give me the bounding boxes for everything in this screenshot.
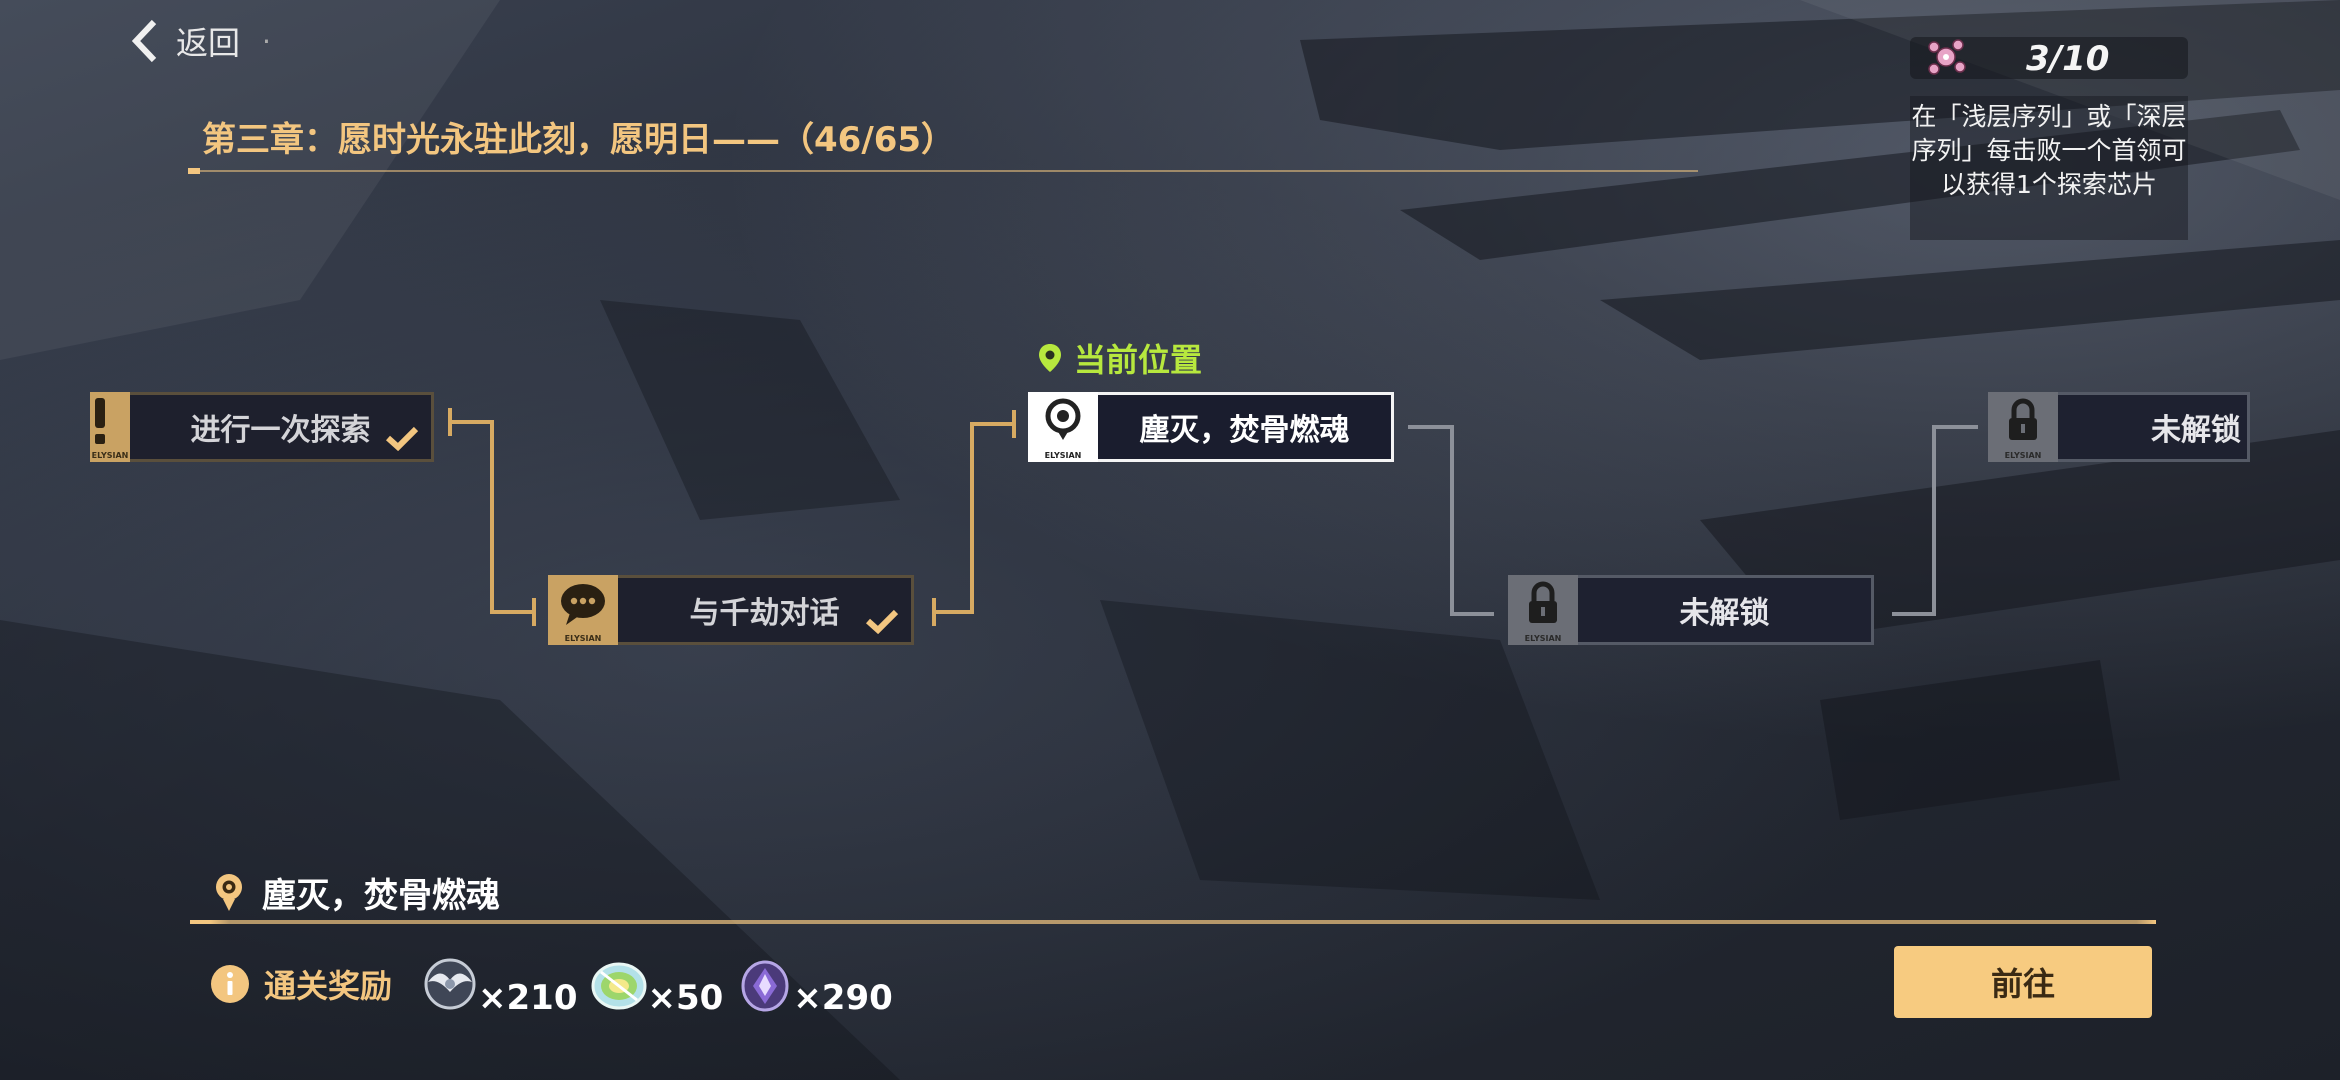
chapter-title: 第三章：愿时光永驻此刻，愿明日——（46/65） [202,120,956,160]
reward-item[interactable]: ×50 [587,952,724,1018]
wings-emblem-icon [424,958,476,1010]
back-button[interactable]: 返回 · [130,18,271,64]
chapter-divider [188,170,1698,172]
stage-label: 未解锁 [2151,413,2241,448]
reward-quantity: ×290 [793,978,893,1018]
reward-quantity: ×50 [647,978,724,1018]
exploration-chip-icon [1928,39,1966,75]
elysian-badge: ELYSIAN [1044,451,1082,460]
clear-rewards: 通关奖励 ×210 ×50 ×290 [210,952,903,1018]
stage-node-current[interactable]: ELYSIAN 塵灭，焚骨燃魂 [1028,392,1394,462]
current-position-label: 当前位置 [1074,341,1203,379]
reward-title: 通关奖励 [264,967,393,1005]
exploration-chip-counter[interactable]: 3/10 [1910,37,2188,79]
location-pin-icon [1045,398,1081,440]
reward-item[interactable]: ×290 [733,952,893,1018]
reward-quantity: ×210 [478,978,578,1018]
reward-item[interactable]: ×210 [418,952,578,1018]
location-pin-icon [216,873,242,911]
checkmark-icon [865,609,899,634]
info-icon[interactable] [210,964,250,1004]
location-pin-icon [1039,344,1061,372]
stage-icon-box: ELYSIAN [548,575,618,645]
elysian-badge: ELYSIAN [2004,451,2042,460]
stage-node-locked[interactable]: ELYSIAN 未解锁 [1508,575,1874,645]
lock-icon [2009,398,2037,440]
chevron-left-icon [131,19,157,63]
chat-bubble-icon [561,584,605,625]
back-label: 返回 [176,24,241,62]
stage-icon-box: ELYSIAN [1028,392,1098,462]
checkmark-icon [385,426,419,451]
elysian-badge: ELYSIAN [91,451,129,460]
purple-crystal-icon [741,960,789,1012]
bottom-divider [190,920,2156,924]
stage-icon-box: ELYSIAN [90,392,130,462]
divider-tick [188,168,200,174]
decorative-dot: · [262,24,271,58]
selected-stage-label: 塵灭，焚骨燃魂 [262,876,500,916]
rainbow-disc-icon [591,962,647,1010]
lock-icon [1529,581,1557,623]
stage-label: 塵灭，焚骨燃魂 [1139,413,1350,448]
elysian-badge: ELYSIAN [564,634,602,643]
current-position-marker: 当前位置 [1038,335,1202,381]
exclamation-icon [95,398,105,444]
stage-icon-box: ELYSIAN [1988,392,2058,462]
selected-stage: 塵灭，焚骨燃魂 [212,868,500,917]
stage-label: 未解锁 [1679,596,1770,631]
chip-count: 3/10 [2026,39,2110,79]
stage-node-locked[interactable]: ELYSIAN 未解锁 [1988,392,2250,462]
chip-description: 在「浅层序列」或「深层序列」每击败一个首领可以获得1个探索芯片 [1910,96,2188,240]
stage-node-explore[interactable]: ELYSIAN 进行一次探索 [90,392,434,462]
go-button[interactable]: 前往 [1894,946,2152,1018]
elysian-badge: ELYSIAN [1524,634,1562,643]
stage-icon-box: ELYSIAN [1508,575,1578,645]
stage-node-talk[interactable]: ELYSIAN 与千劫对话 [548,575,914,645]
